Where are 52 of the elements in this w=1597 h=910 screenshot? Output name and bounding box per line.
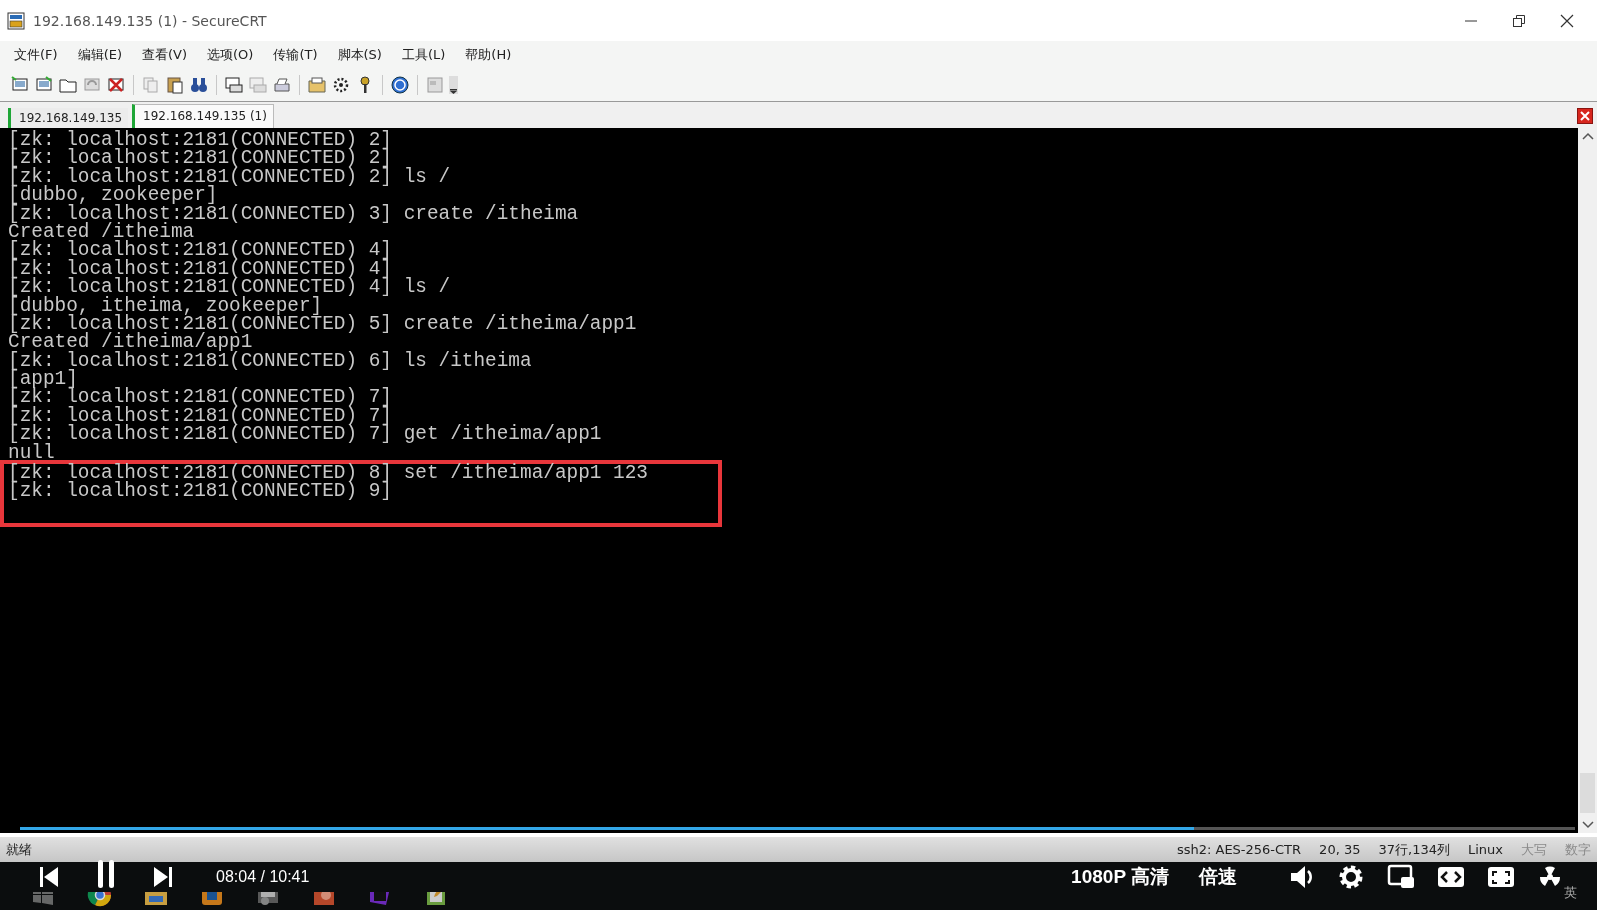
folder-icon[interactable] [307, 75, 327, 95]
overflow-icon[interactable] [449, 76, 458, 94]
menu-item[interactable]: 查看(V) [142, 46, 188, 64]
menu-item[interactable]: 脚本(S) [337, 46, 382, 64]
close-icon[interactable] [1560, 13, 1574, 28]
terminal-line: [zk: localhost:2181(CONNECTED) 5] create /itheima/app1 [8, 314, 638, 334]
terminal-line: null [8, 443, 56, 463]
status-text: Linux [1467, 842, 1503, 857]
arrow-down-icon[interactable] [1581, 821, 1594, 829]
close-icon[interactable] [1577, 108, 1593, 124]
volume-icon[interactable] [1289, 864, 1315, 890]
menu-item[interactable]: 传输(T) [273, 46, 318, 64]
arrow-up-icon[interactable] [1581, 132, 1594, 140]
status-text: 37行,134列 [1378, 840, 1450, 859]
terminal-line: [zk: localhost:2181(CONNECTED) 7] [8, 388, 393, 407]
terminal-line: [zk: localhost:2181(CONNECTED) 4] [8, 241, 393, 260]
terminal-line: [dubbo, zookeeper] [8, 186, 218, 205]
fullscreen-icon[interactable] [1487, 865, 1515, 889]
playback-time: 08:04 / 10:41 [215, 868, 311, 886]
picture-in-picture-icon[interactable] [1387, 864, 1415, 890]
status-text: ssh2: AES-256-CTR [1176, 842, 1302, 857]
menu-item[interactable]: 编辑(E) [77, 46, 122, 64]
previous-icon[interactable] [38, 865, 60, 889]
app-icon [7, 11, 25, 30]
restore-icon[interactable] [1512, 13, 1526, 28]
menu-item[interactable]: 帮助(H) [465, 46, 512, 64]
terminal-line: [zk: localhost:2181(CONNECTED) 3] create /itheima [8, 204, 580, 223]
window-title: 192.168.149.135 (1) - SecureCRT [33, 12, 267, 29]
printer-icon[interactable] [272, 75, 292, 95]
status-text: 20, 35 [1319, 842, 1361, 857]
menu-item[interactable]: 选项(O) [207, 46, 254, 64]
binoculars-icon[interactable] [189, 75, 209, 95]
pause-icon[interactable] [96, 859, 116, 889]
terminal-line: [dubbo, itheima, zookeeper] [8, 296, 323, 315]
gear-icon[interactable] [331, 75, 351, 95]
terminal-line: Created /itheima/app1 [8, 333, 253, 352]
session-tab[interactable]: 192.168.149.135 (1) [132, 104, 274, 128]
status-text: 数字 [1565, 840, 1591, 859]
settings-icon[interactable] [1337, 863, 1365, 891]
help-icon[interactable] [390, 75, 410, 95]
scrollbar[interactable] [1578, 128, 1597, 833]
menu-item[interactable]: 文件(F) [14, 46, 58, 64]
session-tab[interactable]: 192.168.149.135 [8, 108, 129, 128]
speed-button[interactable]: 倍速 [1199, 864, 1237, 890]
input-method-indicator[interactable]: 英 [1564, 884, 1577, 902]
status-message: 就绪 [6, 840, 32, 859]
paste-icon[interactable] [165, 75, 185, 95]
quality-button[interactable]: 1080P 高清 [1071, 864, 1169, 890]
menu-item[interactable]: 工具(L) [401, 46, 446, 64]
status-text: 大写 [1521, 840, 1547, 859]
next-icon[interactable] [152, 865, 174, 889]
widescreen-icon[interactable] [1437, 865, 1465, 889]
